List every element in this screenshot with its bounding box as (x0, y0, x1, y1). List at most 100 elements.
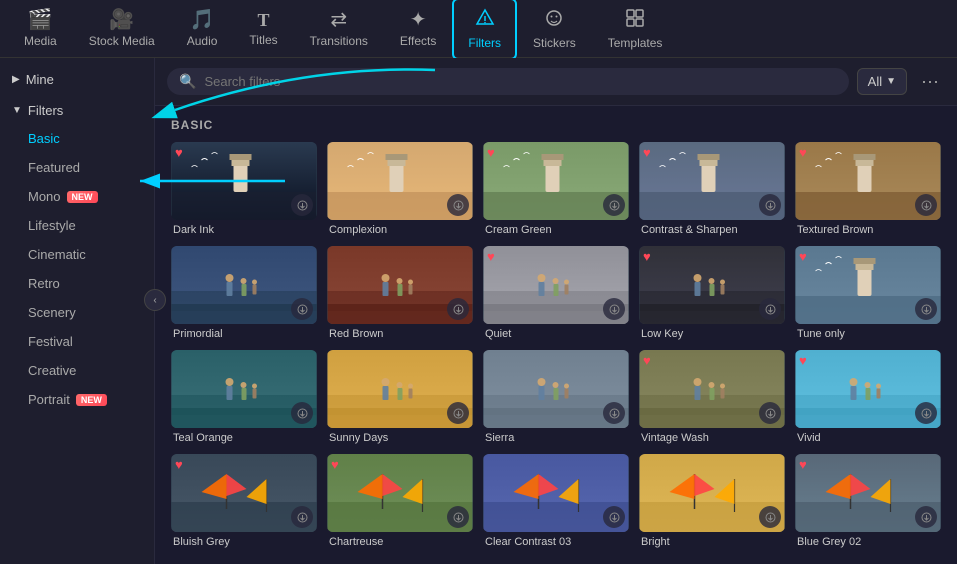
download-icon[interactable] (759, 506, 781, 528)
download-icon[interactable] (603, 506, 625, 528)
heart-icon[interactable]: ♥ (643, 250, 651, 263)
mono-new-badge: NEW (67, 191, 98, 203)
download-icon[interactable] (603, 402, 625, 424)
nav-audio-label: Audio (187, 34, 218, 48)
download-icon[interactable] (759, 194, 781, 216)
filter-card-vintage-wash[interactable]: ♥Vintage Wash (639, 350, 785, 444)
nav-titles[interactable]: T Titles (233, 1, 293, 57)
filter-thumb-contrast-sharpen: ♥ (639, 142, 785, 220)
download-icon[interactable] (915, 298, 937, 320)
sidebar-scenery-label: Scenery (28, 305, 76, 320)
filter-card-complexion[interactable]: Complexion (327, 142, 473, 236)
filter-card-textured-brown[interactable]: ♥Textured Brown (795, 142, 941, 236)
download-icon[interactable] (915, 506, 937, 528)
sidebar-filters-label: Filters (28, 103, 63, 118)
filter-card-tune-only[interactable]: ♥Tune only (795, 246, 941, 340)
heart-icon[interactable]: ♥ (799, 146, 807, 159)
nav-templates[interactable]: Templates (592, 0, 679, 60)
download-icon[interactable] (447, 402, 469, 424)
filter-card-dark-ink[interactable]: ♥Dark Ink (171, 142, 317, 236)
sidebar-item-basic[interactable]: Basic (0, 124, 154, 153)
sidebar-item-mono[interactable]: Mono NEW (0, 182, 154, 211)
sidebar-item-retro[interactable]: Retro (0, 269, 154, 298)
stickers-icon (544, 8, 564, 32)
download-icon[interactable] (291, 194, 313, 216)
filter-thumb-complexion (327, 142, 473, 220)
nav-titles-label: Titles (249, 33, 277, 47)
filter-card-cream-green[interactable]: ♥ Cream Green (483, 142, 629, 236)
filter-card-bright[interactable]: Bright (639, 454, 785, 548)
heart-icon[interactable]: ♥ (175, 146, 183, 159)
filter-card-red-brown[interactable]: Red Brown (327, 246, 473, 340)
sidebar-mine-header[interactable]: ▶ Mine (0, 66, 154, 93)
download-icon[interactable] (291, 402, 313, 424)
download-icon[interactable] (603, 298, 625, 320)
download-icon[interactable] (447, 194, 469, 216)
download-icon[interactable] (915, 194, 937, 216)
sidebar-item-portrait[interactable]: Portrait NEW (0, 385, 154, 414)
heart-icon[interactable]: ♥ (799, 458, 807, 471)
nav-filters[interactable]: Filters (452, 0, 517, 60)
filter-card-low-key[interactable]: ♥Low Key (639, 246, 785, 340)
nav-templates-label: Templates (608, 36, 663, 50)
search-bar: 🔍 All ▼ ··· (155, 58, 957, 106)
filter-thumb-bright (639, 454, 785, 532)
filter-label: All (868, 74, 882, 89)
filter-name-cream-green: Cream Green (483, 224, 629, 236)
sidebar-item-creative[interactable]: Creative (0, 356, 154, 385)
heart-icon[interactable]: ♥ (175, 458, 183, 471)
sidebar-collapse-button[interactable]: ‹ (144, 289, 166, 311)
filter-card-vivid[interactable]: ♥ Vivid (795, 350, 941, 444)
filter-card-primordial[interactable]: Primordial (171, 246, 317, 340)
nav-stickers[interactable]: Stickers (517, 0, 592, 60)
download-icon[interactable] (915, 402, 937, 424)
mine-arrow-icon: ▶ (12, 74, 20, 85)
heart-icon[interactable]: ♥ (643, 146, 651, 159)
filter-card-sunny-days[interactable]: Sunny Days (327, 350, 473, 444)
filter-name-chartreuse: Chartreuse (327, 536, 473, 548)
sidebar-item-featured[interactable]: Featured (0, 153, 154, 182)
heart-icon[interactable]: ♥ (331, 458, 339, 471)
heart-icon[interactable]: ♥ (643, 354, 651, 367)
filter-thumb-sunny-days (327, 350, 473, 428)
filter-card-bluish-grey[interactable]: ♥Bluish Grey (171, 454, 317, 548)
filter-card-contrast-sharpen[interactable]: ♥Contrast & Sharpen (639, 142, 785, 236)
filter-name-vivid: Vivid (795, 432, 941, 444)
download-icon[interactable] (447, 506, 469, 528)
download-icon[interactable] (291, 506, 313, 528)
heart-icon[interactable]: ♥ (487, 250, 495, 263)
nav-effects[interactable]: ✦ Effects (384, 0, 452, 58)
more-options-button[interactable]: ··· (915, 69, 945, 94)
heart-icon[interactable]: ♥ (799, 250, 807, 263)
sidebar-filters-section: ▼ Filters Basic Featured (0, 97, 154, 414)
sidebar-creative-label: Creative (28, 363, 76, 378)
filter-card-chartreuse[interactable]: ♥ Chartreuse (327, 454, 473, 548)
sidebar-item-festival[interactable]: Festival (0, 327, 154, 356)
nav-audio[interactable]: 🎵 Audio (171, 0, 234, 58)
filter-card-teal-orange[interactable]: Teal Orange (171, 350, 317, 444)
sidebar-portrait-label: Portrait (28, 392, 70, 407)
filter-card-blue-grey-02[interactable]: ♥Blue Grey 02 (795, 454, 941, 548)
download-icon[interactable] (759, 402, 781, 424)
filter-all-button[interactable]: All ▼ (857, 68, 907, 95)
download-icon[interactable] (603, 194, 625, 216)
nav-media[interactable]: 🎬 Media (8, 0, 73, 58)
heart-icon[interactable]: ♥ (799, 354, 807, 367)
nav-stock-media[interactable]: 🎥 Stock Media (73, 0, 171, 58)
sidebar-item-scenery[interactable]: Scenery (0, 298, 154, 327)
filter-name-sierra: Sierra (483, 432, 629, 444)
audio-icon: 🎵 (190, 10, 215, 30)
sidebar-item-cinematic[interactable]: Cinematic (0, 240, 154, 269)
heart-icon[interactable]: ♥ (487, 146, 495, 159)
filter-card-clear-contrast-03[interactable]: Clear Contrast 03 (483, 454, 629, 548)
search-input[interactable] (204, 74, 836, 89)
filter-card-sierra[interactable]: Sierra (483, 350, 629, 444)
download-icon[interactable] (447, 298, 469, 320)
sidebar-filters-header[interactable]: ▼ Filters (0, 97, 154, 124)
download-icon[interactable] (759, 298, 781, 320)
nav-transitions[interactable]: ⇄ Transitions (294, 0, 384, 58)
filter-card-quiet[interactable]: ♥Quiet (483, 246, 629, 340)
sidebar-item-lifestyle[interactable]: Lifestyle (0, 211, 154, 240)
sidebar-lifestyle-label: Lifestyle (28, 218, 76, 233)
download-icon[interactable] (291, 298, 313, 320)
